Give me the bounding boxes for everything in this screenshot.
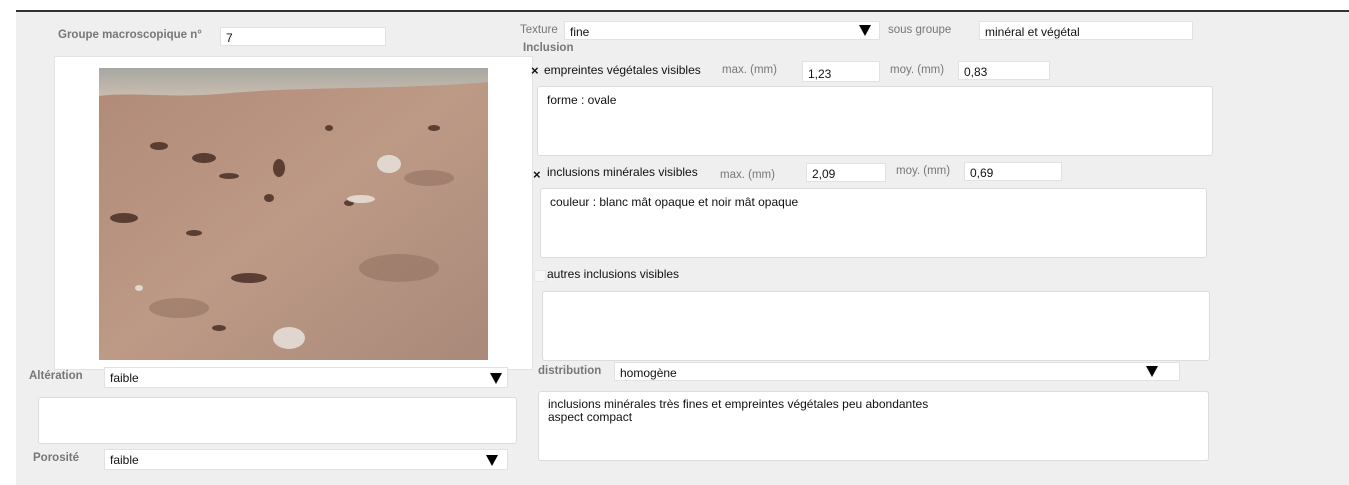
distribution-dropdown-icon[interactable]: [1146, 366, 1158, 377]
distribution-notes-area[interactable]: inclusions minérales très fines et empre…: [538, 391, 1209, 461]
porosite-label: Porosité: [33, 452, 80, 464]
sample-photo: [99, 68, 488, 360]
texture-dropdown-icon[interactable]: [859, 25, 871, 36]
mineral-moy-field[interactable]: 0,69: [964, 162, 1062, 181]
alteration-label: Altération: [29, 370, 83, 382]
vegetal-moy-field[interactable]: 0,83: [958, 61, 1050, 80]
texture-select[interactable]: fine: [564, 21, 880, 40]
vegetal-max-field[interactable]: 1,23: [802, 61, 880, 82]
distribution-notes-line-2: aspect compact: [548, 410, 633, 424]
vegetal-checkbox[interactable]: ×: [531, 63, 539, 78]
autres-notes-area[interactable]: [542, 291, 1210, 361]
distribution-select[interactable]: homogène: [614, 362, 1180, 381]
sous-groupe-field[interactable]: minéral et végétal: [979, 21, 1193, 40]
groupe-number-field[interactable]: 7: [220, 27, 386, 46]
alteration-dropdown-icon[interactable]: [490, 373, 502, 384]
vegetal-label: empreintes végétales visibles: [544, 63, 701, 77]
form-panel: Groupe macroscopique n° 7 Altération fai…: [16, 10, 1349, 485]
alteration-select[interactable]: faible: [104, 367, 508, 388]
groupe-label: Groupe macroscopique n°: [58, 29, 202, 41]
porosite-select[interactable]: faible: [104, 449, 508, 470]
autres-label: autres inclusions visibles: [547, 267, 680, 281]
autres-checkbox[interactable]: [534, 270, 546, 282]
vegetal-notes-area[interactable]: forme : ovale: [537, 86, 1213, 156]
sous-groupe-label: sous groupe: [888, 24, 952, 36]
alteration-notes-area[interactable]: [38, 397, 517, 444]
porosite-dropdown-icon[interactable]: [486, 455, 498, 466]
inclusion-heading: Inclusion: [523, 42, 574, 54]
mineral-checkbox[interactable]: ×: [533, 167, 541, 182]
mineral-moy-label: moy. (mm): [896, 165, 951, 177]
distribution-notes-line-1: inclusions minérales très fines et empre…: [548, 397, 929, 411]
texture-label: Texture: [520, 24, 558, 36]
mineral-max-label: max. (mm): [720, 169, 775, 181]
mineral-notes-area[interactable]: couleur : blanc mât opaque et noir mât o…: [540, 188, 1207, 258]
vegetal-max-label: max. (mm): [722, 64, 777, 76]
photo-frame: [54, 56, 533, 370]
mineral-label: inclusions minérales visibles: [547, 165, 698, 179]
distribution-label: distribution: [538, 365, 602, 377]
mineral-max-field[interactable]: 2,09: [806, 163, 886, 182]
vegetal-moy-label: moy. (mm): [890, 64, 945, 76]
